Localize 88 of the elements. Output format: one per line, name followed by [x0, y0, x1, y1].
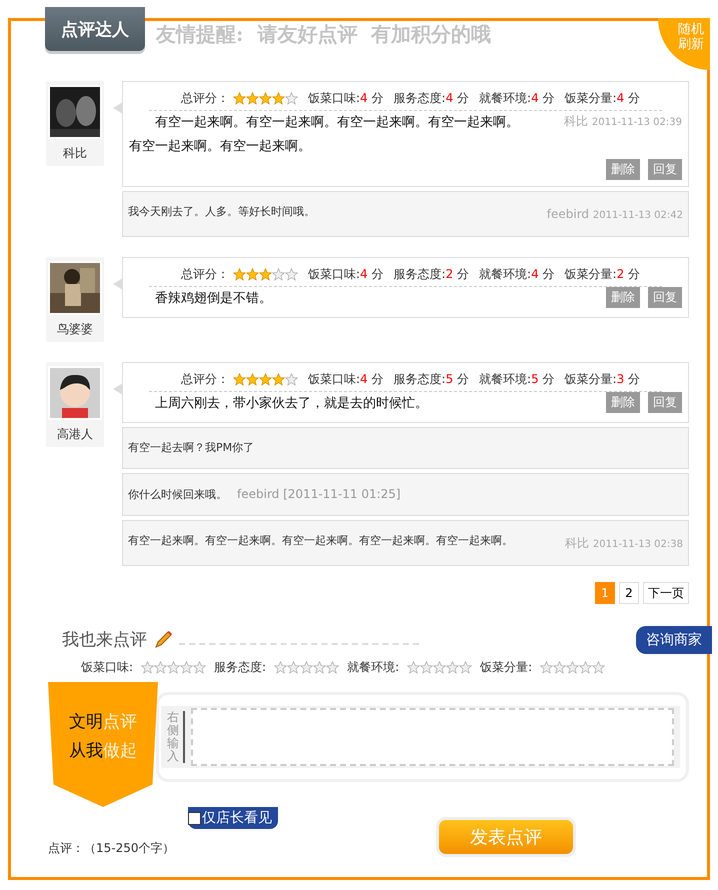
overall-label: 总评分：: [181, 90, 229, 107]
rating-label: 饭菜分量:: [480, 659, 532, 676]
private-checkbox[interactable]: 仅店长看见: [188, 807, 278, 829]
action-button[interactable]: 删除: [606, 159, 640, 180]
review-input[interactable]: [191, 708, 674, 766]
score-text: 服务态度:5 分: [394, 371, 470, 388]
length-hint: 点评：（15-250个字）: [48, 840, 175, 857]
form-title: 我也来点评: [62, 629, 147, 651]
star-icon: [274, 661, 288, 674]
score-text: 就餐环境:4 分: [479, 90, 555, 107]
star-icon: [193, 661, 206, 674]
review-text: 上周六刚去，带小家伙去了，就是去的时候忙。: [154, 395, 429, 413]
submit-button[interactable]: 发表点评: [436, 817, 576, 857]
review-text: 有空一起来啊。有空一起来啊。有空一起来啊。有空一起来啊。有空一起来啊。有空一起来啊。: [129, 114, 520, 156]
star-icon: [433, 661, 446, 674]
star-icon: [167, 661, 180, 674]
user-name[interactable]: 鸟婆婆: [57, 321, 93, 338]
review-text: 香辣鸡翅倒是不错。: [154, 290, 273, 308]
score-text: 饭菜口味:4 分: [308, 266, 384, 283]
reply-text: 我今天刚去了。人多。等好长时间哦。: [128, 204, 316, 220]
star-icon: [446, 661, 460, 674]
action-button[interactable]: 回复: [648, 159, 682, 180]
star-icon: [233, 92, 246, 105]
reply-text: 你什么时候回来哦。 feebird [2011-11-11 01:25]: [128, 486, 401, 503]
score-text: 就餐环境:5 分: [479, 371, 555, 388]
star-icon: [233, 373, 246, 386]
star-icon: [285, 92, 298, 105]
slogan-line: 文明点评: [69, 710, 137, 732]
author-meta: feebird 2011-11-13 02:42: [546, 206, 683, 223]
pencil-icon: [153, 630, 173, 650]
action-button[interactable]: 删除: [606, 287, 640, 308]
reply-text: 有空一起来啊。有空一起来啊。有空一起来啊。有空一起来啊。有空一起来啊。: [128, 533, 514, 549]
star-icon: [259, 373, 272, 386]
star-icon: [566, 661, 580, 674]
star-icon: [285, 373, 298, 386]
reply-text: 有空一起去啊？我PM你了: [128, 440, 254, 456]
star-icon: [300, 661, 314, 674]
action-button[interactable]: 回复: [648, 287, 682, 308]
star-icon: [259, 92, 272, 105]
overall-label: 总评分：: [181, 371, 229, 388]
rating-label: 服务态度:: [214, 659, 266, 676]
star-icon: [141, 661, 154, 674]
star-icon: [246, 373, 259, 386]
page-button[interactable]: 2: [619, 582, 639, 604]
next-page-button[interactable]: 下一页: [643, 582, 689, 604]
page-button[interactable]: 1: [595, 582, 615, 604]
star-icon: [326, 661, 340, 674]
action-button[interactable]: 删除: [606, 392, 640, 413]
star-icon: [553, 661, 566, 674]
star-icon: [285, 268, 298, 281]
score-text: 饭菜口味:4 分: [308, 90, 384, 107]
star-icon: [154, 661, 168, 674]
score-text: 饭菜口味:4 分: [308, 371, 384, 388]
reminder-text: 友情提醒: 请友好点评 有加积分的哦: [156, 21, 492, 48]
overall-label: 总评分：: [181, 266, 229, 283]
star-icon: [579, 661, 592, 674]
star-icon: [272, 268, 285, 281]
star-icon: [272, 373, 285, 386]
score-text: 服务态度:4 分: [394, 90, 470, 107]
action-button[interactable]: 回复: [648, 392, 682, 413]
star-icon: [246, 92, 259, 105]
star-icon: [540, 661, 554, 674]
score-text: 饭菜分量:4 分: [564, 90, 640, 107]
side-hint: 右侧输入: [167, 710, 185, 764]
user-name[interactable]: 高港人: [57, 426, 93, 443]
author-meta: 科比 2011-11-13 02:38: [565, 535, 683, 552]
star-icon: [272, 92, 285, 105]
author-meta: 科比 2011-11-13 02:39: [564, 113, 682, 130]
score-text: 服务态度:2 分: [394, 266, 470, 283]
user-name[interactable]: 科比: [63, 145, 87, 162]
star-icon: [259, 268, 272, 281]
rating-label: 就餐环境:: [347, 659, 400, 676]
score-text: 饭菜分量:2 分: [564, 266, 640, 283]
refresh-badge[interactable]: 随机刷新: [658, 18, 710, 70]
star-icon: [233, 268, 246, 281]
star-icon: [407, 661, 420, 674]
star-icon: [180, 661, 194, 674]
rating-label: 饭菜口味:: [81, 659, 134, 676]
star-icon: [287, 661, 300, 674]
star-icon: [313, 661, 326, 674]
star-icon: [592, 661, 606, 674]
score-text: 饭菜分量:3 分: [564, 371, 640, 388]
consult-tab[interactable]: 咨询商家: [636, 626, 712, 654]
star-icon: [246, 268, 259, 281]
star-icon: [420, 661, 434, 674]
score-text: 就餐环境:4 分: [479, 266, 555, 283]
slogan-line: 从我做起: [69, 740, 137, 762]
star-icon: [459, 661, 472, 674]
